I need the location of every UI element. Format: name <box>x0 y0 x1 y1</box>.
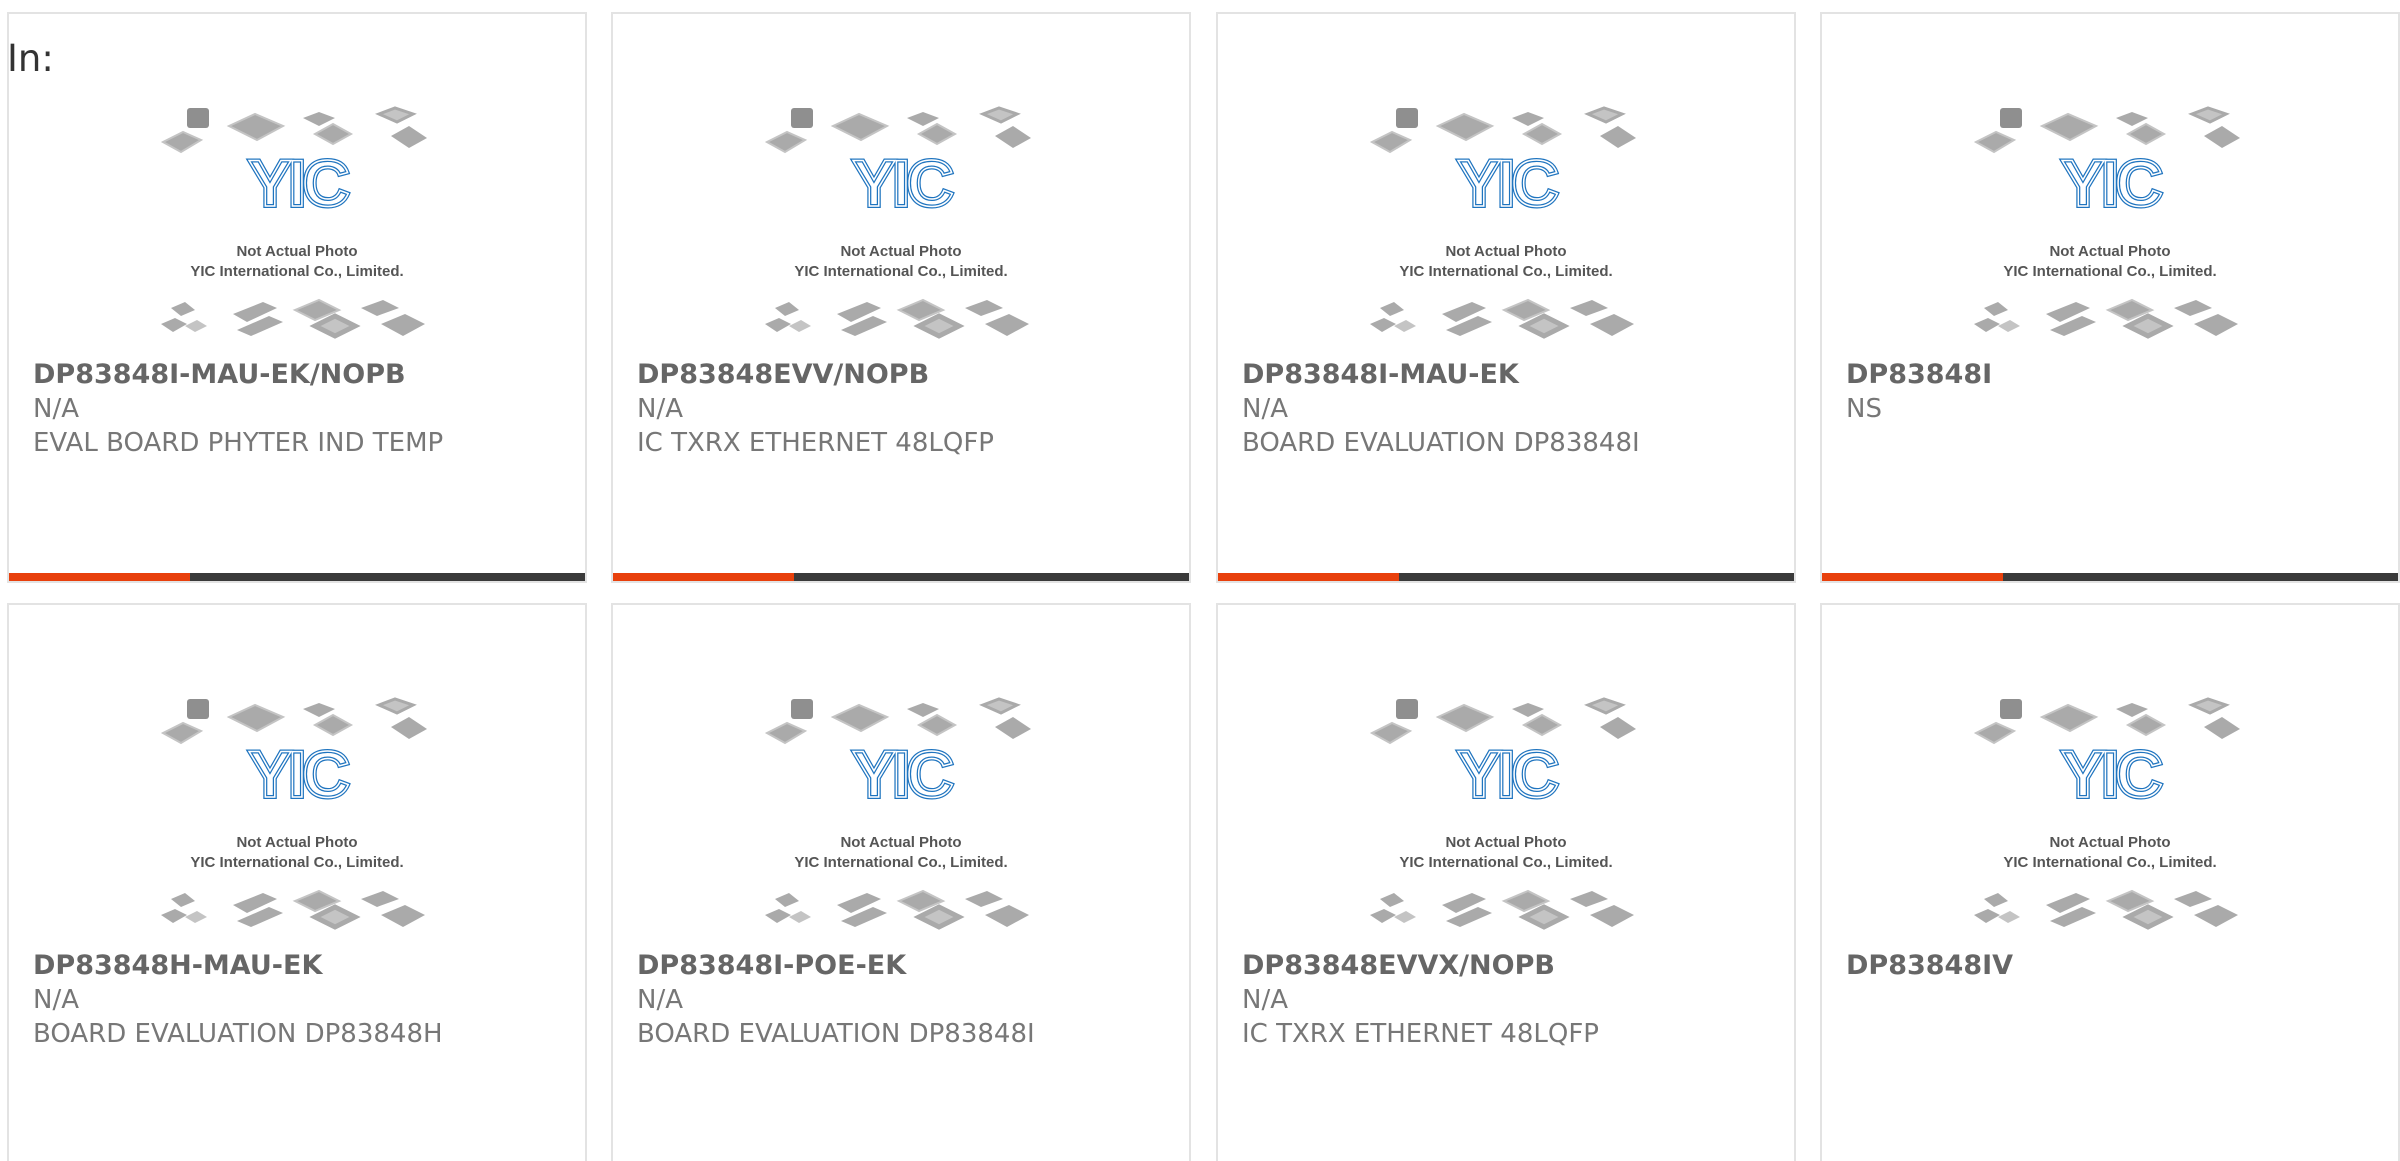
product-image[interactable]: YIC YIC Not Actual Photo YIC Internation… <box>159 695 435 931</box>
manufacturer: N/A <box>637 985 683 1015</box>
product-image[interactable]: YIC YIC Not Actual Photo YIC Internation… <box>1972 104 2248 340</box>
manufacturer: N/A <box>1242 985 1288 1015</box>
manufacturer: N/A <box>33 394 79 424</box>
svg-text:YIC: YIC <box>248 146 348 220</box>
part-number-link[interactable]: DP83848IV <box>1846 949 2382 983</box>
product-image[interactable]: YIC YIC Not Actual Photo YIC Internation… <box>763 104 1039 340</box>
svg-text:YIC International Co., Limited: YIC International Co., Limited. <box>190 263 403 280</box>
svg-text:YIC: YIC <box>2061 146 2161 220</box>
product-card[interactable]: YIC YIC Not Actual Photo YIC Internation… <box>1216 603 1796 1161</box>
description: BOARD EVALUATION DP83848I <box>1242 428 1640 458</box>
product-card[interactable]: YIC YIC Not Actual Photo YIC Internation… <box>1820 12 2400 583</box>
part-number-link[interactable]: DP83848EVV/NOPB <box>637 358 1173 392</box>
svg-text:YIC International Co., Limited: YIC International Co., Limited. <box>2003 854 2216 871</box>
svg-text:YIC: YIC <box>1457 737 1557 811</box>
svg-text:Not Actual Photo: Not Actual Photo <box>1445 243 1566 260</box>
product-info: DP83848I-POE-EK N/A BOARD EVALUATION DP838… <box>637 949 1173 1051</box>
product-card[interactable]: YIC YIC Not Actual Photo YIC Internation… <box>1820 603 2400 1161</box>
svg-text:Not Actual Photo: Not Actual Photo <box>840 834 961 851</box>
svg-text:YIC: YIC <box>852 737 952 811</box>
manufacturer: N/A <box>637 394 683 424</box>
card-footer-bar <box>1218 573 1794 581</box>
description: IC TXRX ETHERNET 48LQFP <box>1242 1019 1599 1049</box>
part-number-link[interactable]: DP83848I <box>1846 358 2382 392</box>
card-footer-bar <box>9 573 585 581</box>
manufacturer: N/A <box>33 985 79 1015</box>
svg-text:YIC International Co., Limited: YIC International Co., Limited. <box>190 854 403 871</box>
part-number-link[interactable]: DP83848I-MAU-EK/NOPB <box>33 358 569 392</box>
svg-text:YIC: YIC <box>2061 737 2161 811</box>
manufacturer: N/A <box>1242 394 1288 424</box>
manufacturer: NS <box>1846 394 1882 424</box>
part-number-link[interactable]: DP83848EVVX/NOPB <box>1242 949 1778 983</box>
part-number-link[interactable]: DP83848H-MAU-EK <box>33 949 569 983</box>
card-footer-accent <box>1822 573 2004 581</box>
product-image[interactable]: YIC YIC Not Actual Photo YIC Internation… <box>763 695 1039 931</box>
svg-text:YIC International Co., Limited: YIC International Co., Limited. <box>794 854 1007 871</box>
svg-text:Not Actual Photo: Not Actual Photo <box>236 243 357 260</box>
product-card[interactable]: YIC YIC Not Actual Photo YIC Internation… <box>7 603 587 1161</box>
product-card[interactable]: YIC YIC Not Actual Photo YIC Internation… <box>7 12 587 583</box>
description: IC TXRX ETHERNET 48LQFP <box>637 428 994 458</box>
product-image[interactable]: YIC YIC Not Actual Photo YIC Internation… <box>1972 695 2248 931</box>
card-footer-bar <box>613 573 1189 581</box>
product-info: DP83848EVV/NOPB N/A IC TXRX ETHERNET 48LQF… <box>637 358 1173 460</box>
card-footer-accent <box>613 573 795 581</box>
svg-text:YIC International Co., Limited: YIC International Co., Limited. <box>1399 854 1612 871</box>
product-image[interactable]: YIC YIC Not Actual Photo YIC Internation… <box>159 104 435 340</box>
product-info: DP83848I-MAU-EK/NOPB N/A EVAL BOARD PHYTER… <box>33 358 569 460</box>
svg-text:YIC International Co., Limited: YIC International Co., Limited. <box>794 263 1007 280</box>
product-info: DP83848H-MAU-EK N/A BOARD EVALUATION DP838… <box>33 949 569 1051</box>
svg-text:Not Actual Photo: Not Actual Photo <box>840 243 961 260</box>
svg-text:Not Actual Photo: Not Actual Photo <box>2049 834 2170 851</box>
svg-text:YIC: YIC <box>248 737 348 811</box>
svg-text:YIC International Co., Limited: YIC International Co., Limited. <box>2003 263 2216 280</box>
part-number-link[interactable]: DP83848I-MAU-EK <box>1242 358 1778 392</box>
description: BOARD EVALUATION DP83848I <box>637 1019 1035 1049</box>
product-info: DP83848I NS <box>1846 358 2382 426</box>
product-card[interactable]: YIC YIC Not Actual Photo YIC Internation… <box>1216 12 1796 583</box>
product-image[interactable]: YIC YIC Not Actual Photo YIC Internation… <box>1368 104 1644 340</box>
svg-text:Not Actual Photo: Not Actual Photo <box>2049 243 2170 260</box>
product-info: DP83848I-MAU-EK N/A BOARD EVALUATION DP838… <box>1242 358 1778 460</box>
description: BOARD EVALUATION DP83848H <box>33 1019 443 1049</box>
part-number-link[interactable]: DP83848I-POE-EK <box>637 949 1173 983</box>
product-card[interactable]: YIC YIC Not Actual Photo YIC Internation… <box>611 12 1191 583</box>
svg-text:Not Actual Photo: Not Actual Photo <box>1445 834 1566 851</box>
svg-text:Not Actual Photo: Not Actual Photo <box>236 834 357 851</box>
product-info: DP83848IV <box>1846 949 2382 983</box>
svg-text:YIC: YIC <box>852 146 952 220</box>
svg-text:YIC International Co., Limited: YIC International Co., Limited. <box>1399 263 1612 280</box>
description: EVAL BOARD PHYTER IND TEMP <box>33 428 444 458</box>
svg-text:YIC: YIC <box>1457 146 1557 220</box>
card-footer-accent <box>9 573 191 581</box>
card-footer-bar <box>1822 573 2398 581</box>
page-label: In: <box>7 37 54 80</box>
card-footer-accent <box>1218 573 1400 581</box>
product-card[interactable]: YIC YIC Not Actual Photo YIC Internation… <box>611 603 1191 1161</box>
product-info: DP83848EVVX/NOPB N/A IC TXRX ETHERNET 48LQ… <box>1242 949 1778 1051</box>
product-image[interactable]: YIC YIC Not Actual Photo YIC Internation… <box>1368 695 1644 931</box>
